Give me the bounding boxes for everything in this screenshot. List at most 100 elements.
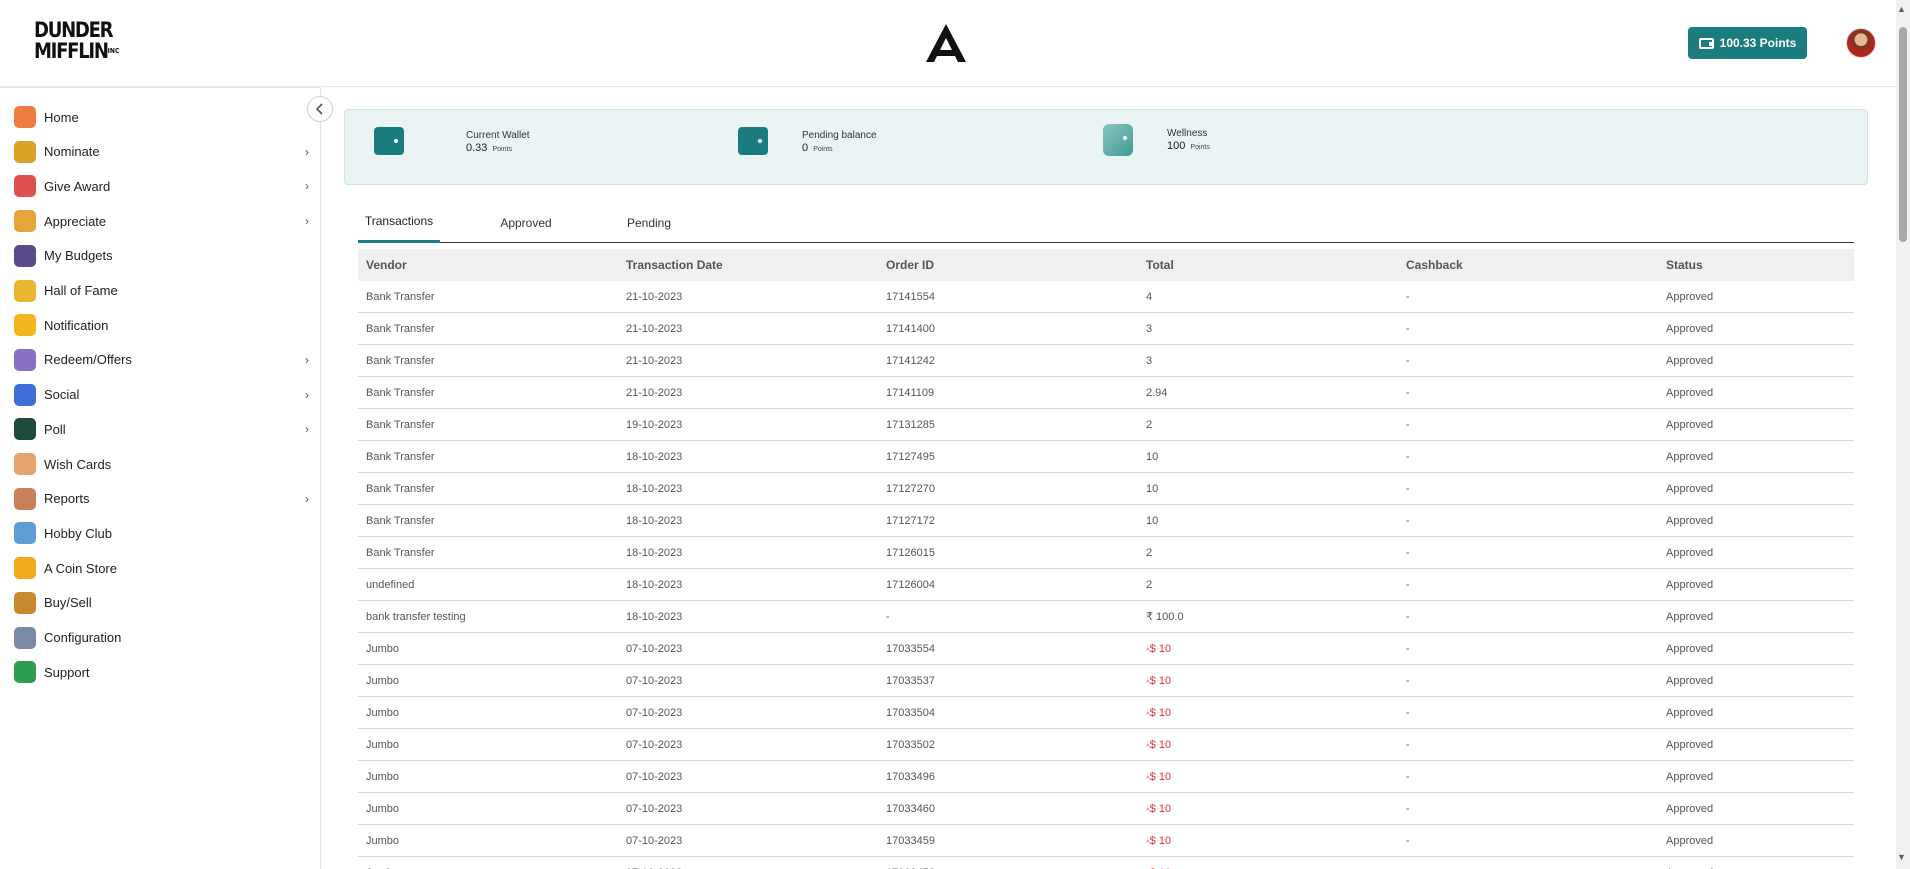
- sidebar-item-give-award[interactable]: Give Award ›: [0, 171, 320, 201]
- sidebar-item-hobby-club[interactable]: Hobby Club: [0, 518, 320, 548]
- table-row[interactable]: Jumbo 07-10-2023 17033537 -$ 10 - Approved: [358, 665, 1854, 697]
- vendor-cell: Jumbo: [366, 706, 400, 719]
- order-id-cell: 17033496: [886, 770, 935, 783]
- party-icon: [14, 453, 36, 475]
- config-icon: [14, 626, 36, 649]
- points-balance-button[interactable]: 100.33 Points: [1688, 27, 1807, 59]
- wallet-amount: 100: [1167, 140, 1186, 152]
- sidebar-item-support[interactable]: Support: [0, 657, 320, 687]
- table-row[interactable]: Bank Transfer 18-10-2023 17127270 10 - Approv…: [358, 473, 1854, 505]
- status-cell: Approved: [1666, 642, 1714, 655]
- company-logo[interactable]: DUNDER MIFFLININC: [34, 20, 119, 68]
- sidebar-item-label: Appreciate: [44, 213, 107, 229]
- table-row[interactable]: Jumbo 07-10-2023 17033459 -$ 10 - Approved: [358, 825, 1854, 857]
- table-row[interactable]: Jumbo 07-10-2023 17033460 -$ 10 - Approved: [358, 793, 1854, 825]
- table-row[interactable]: Jumbo 07-10-2023 17033504 -$ 10 - Approved: [358, 697, 1854, 729]
- tab-approved[interactable]: Approved: [486, 202, 566, 243]
- status-cell: Approved: [1666, 706, 1714, 719]
- sidebar-item-buy-sell[interactable]: Buy/Sell: [0, 588, 320, 618]
- vendor-cell: Bank Transfer: [366, 482, 435, 495]
- wallet-unit: Points: [492, 146, 512, 153]
- vendor-cell: Bank Transfer: [366, 450, 435, 463]
- vendor-cell: Jumbo: [366, 834, 400, 847]
- top-bar: DUNDER MIFFLININC 100.33 Points: [0, 0, 1896, 87]
- sidebar-item-nominate[interactable]: Nominate ›: [0, 137, 320, 167]
- order-id-cell: 17141242: [886, 354, 935, 367]
- table-row[interactable]: Bank Transfer 21-10-2023 17141554 4 - Approve…: [358, 281, 1854, 313]
- date-cell: 18-10-2023: [626, 610, 683, 623]
- tab-pending[interactable]: Pending: [612, 202, 686, 243]
- date-cell: 18-10-2023: [626, 546, 683, 559]
- table-row[interactable]: bank transfer testing 18-10-2023 - ₹ 100.0 -…: [358, 601, 1854, 633]
- cashback-cell: -: [1406, 802, 1410, 815]
- status-cell: Approved: [1666, 386, 1714, 399]
- sidebar-item-wish-cards[interactable]: Wish Cards: [0, 449, 320, 479]
- logo-line-2-text: MIFFLIN: [34, 39, 109, 63]
- status-cell: Approved: [1666, 418, 1714, 431]
- table-row[interactable]: Bank Transfer 18-10-2023 17127495 10 - Approv…: [358, 441, 1854, 473]
- status-cell: Approved: [1666, 546, 1714, 559]
- chevron-right-icon[interactable]: ›: [305, 492, 309, 506]
- sidebar-item-configuration[interactable]: Configuration: [0, 623, 320, 653]
- sidebar-item-hall-of-fame[interactable]: Hall of Fame: [0, 276, 320, 306]
- vendor-cell: Bank Transfer: [366, 514, 435, 527]
- sidebar-collapse-button[interactable]: [307, 96, 333, 122]
- table-row[interactable]: Bank Transfer 21-10-2023 17141109 2.94 - Appr…: [358, 377, 1854, 409]
- transactions-table: Vendor Transaction Date Order ID Total C…: [358, 249, 1854, 869]
- table-row[interactable]: Jumbo 07-10-2023 17033554 -$ 10 - Approved: [358, 633, 1854, 665]
- brand-a-logo-icon[interactable]: [924, 22, 968, 64]
- chevron-right-icon[interactable]: ›: [305, 214, 309, 228]
- status-cell: Approved: [1666, 578, 1714, 591]
- sidebar-item-label: Nominate: [44, 144, 100, 160]
- status-cell: Approved: [1666, 834, 1714, 847]
- sidebar-item-poll[interactable]: Poll ›: [0, 414, 320, 444]
- scrollbar-thumb[interactable]: [1899, 27, 1907, 242]
- sidebar-item-label: Support: [44, 664, 90, 680]
- sidebar-item-reports[interactable]: Reports ›: [0, 484, 320, 514]
- table-row[interactable]: Bank Transfer 18-10-2023 17126015 2 - Approve…: [358, 537, 1854, 569]
- scroll-up-arrow-icon[interactable]: ▲: [1897, 4, 1906, 14]
- table-row[interactable]: Bank Transfer 19-10-2023 17131285 2 - Approve…: [358, 409, 1854, 441]
- table-row[interactable]: Bank Transfer 21-10-2023 17141400 3 - Approve…: [358, 313, 1854, 345]
- order-id-cell: 17127270: [886, 482, 935, 495]
- total-cell: 10: [1146, 482, 1159, 495]
- sidebar-item-home[interactable]: Home: [0, 102, 320, 132]
- sidebar-item-appreciate[interactable]: Appreciate ›: [0, 206, 320, 236]
- chevron-right-icon[interactable]: ›: [305, 388, 309, 402]
- cashback-cell: -: [1406, 834, 1410, 847]
- sidebar-item-my-budgets[interactable]: My Budgets: [0, 241, 320, 271]
- date-cell: 07-10-2023: [626, 834, 683, 847]
- order-id-cell: 17127172: [886, 514, 935, 527]
- user-avatar[interactable]: [1846, 28, 1876, 58]
- date-cell: 07-10-2023: [626, 642, 683, 655]
- clipboard-icon: [14, 487, 36, 510]
- tab-transactions[interactable]: Transactions: [358, 202, 440, 243]
- crown-icon: [14, 279, 36, 302]
- coin-icon: [14, 557, 36, 580]
- column-header-total: Total: [1146, 258, 1174, 272]
- column-header-order-id: Order ID: [886, 258, 935, 272]
- sidebar-item-notification[interactable]: Notification: [0, 310, 320, 340]
- wallet-unit: Points: [1190, 144, 1210, 151]
- total-cell: -$ 10: [1146, 834, 1172, 847]
- chevron-right-icon[interactable]: ›: [305, 422, 309, 436]
- table-row[interactable]: Jumbo 07-10-2023 17033502 -$ 10 - Approved: [358, 729, 1854, 761]
- wallet-amount: 0: [802, 142, 809, 154]
- table-row[interactable]: Bank Transfer 18-10-2023 17127172 10 - Approv…: [358, 505, 1854, 537]
- chevron-right-icon[interactable]: ›: [305, 179, 309, 193]
- sidebar-item-social[interactable]: Social ›: [0, 380, 320, 410]
- table-row[interactable]: Jumbo 07-10-2023 17033496 -$ 10 - Approved: [358, 761, 1854, 793]
- chevron-right-icon[interactable]: ›: [305, 145, 309, 159]
- date-cell: 19-10-2023: [626, 418, 683, 431]
- scroll-down-arrow-icon[interactable]: ▼: [1897, 852, 1906, 862]
- chevron-right-icon[interactable]: ›: [305, 353, 309, 367]
- table-row[interactable]: Jumbo07-10-202317033452-$ 10-Approved: [358, 857, 1854, 869]
- vendor-cell: Jumbo: [366, 642, 400, 655]
- sidebar-item-redeem-offers[interactable]: Redeem/Offers ›: [0, 345, 320, 375]
- sidebar-item-label: My Budgets: [44, 248, 113, 264]
- table-row[interactable]: Bank Transfer 21-10-2023 17141242 3 - Approve…: [358, 345, 1854, 377]
- sidebar-item-a-coin-store[interactable]: A Coin Store: [0, 553, 320, 583]
- wallet-icon: [738, 127, 768, 155]
- table-row[interactable]: undefined 18-10-2023 17126004 2 - Approved: [358, 569, 1854, 601]
- status-cell: Approved: [1666, 674, 1714, 687]
